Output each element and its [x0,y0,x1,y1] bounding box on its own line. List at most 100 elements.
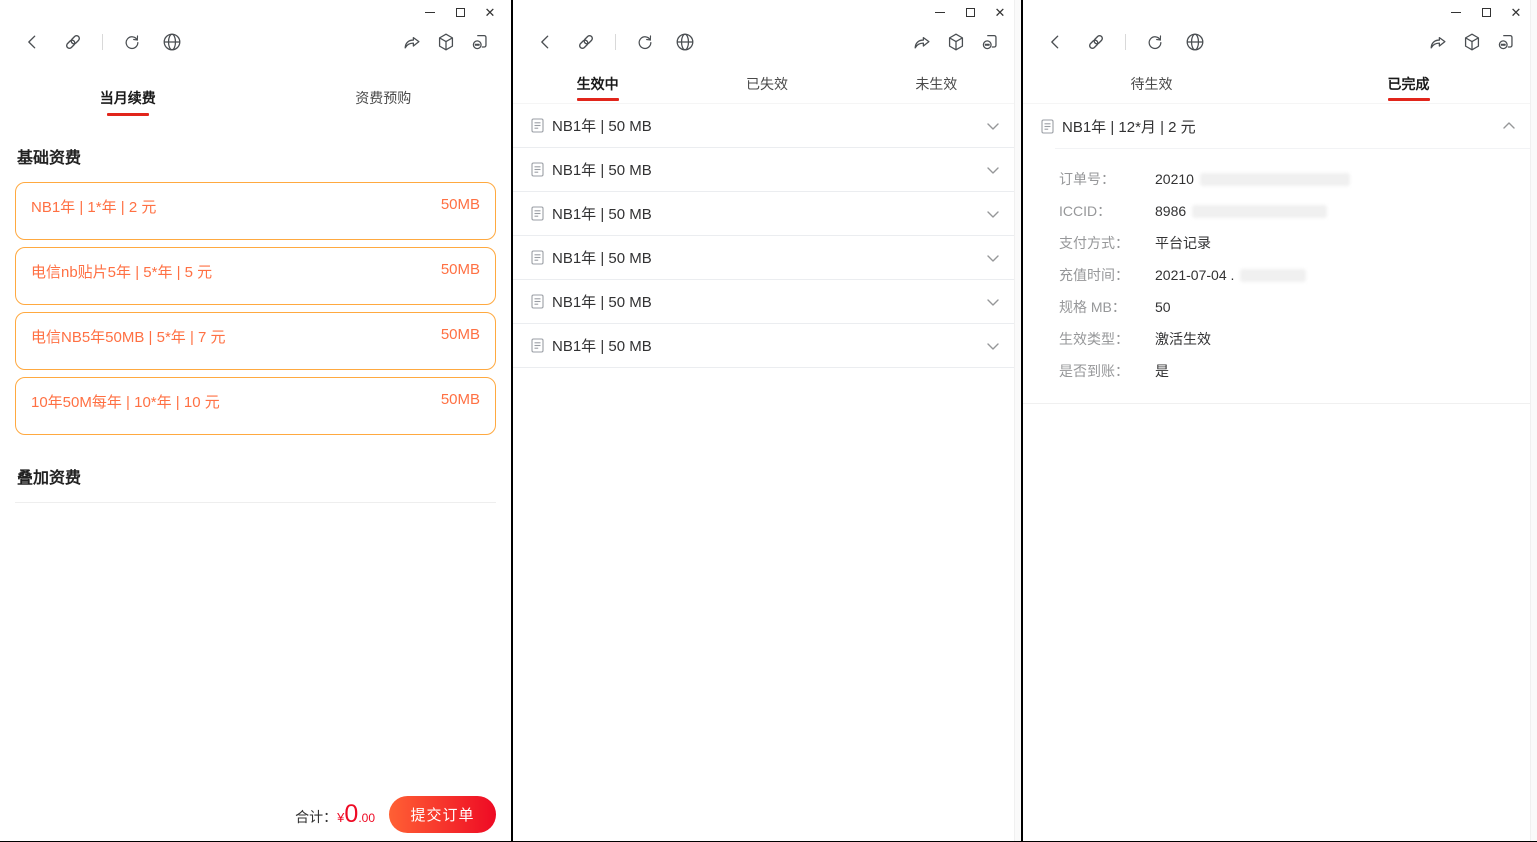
back-icon[interactable] [535,31,557,53]
total: 合计： ¥ 0 .00 [295,802,375,827]
close-button[interactable]: ✕ [1501,2,1531,22]
tariff-card-title: 电信nb贴片5年 | 5*年 | 5 元 [31,264,213,281]
minimize-icon [425,11,435,13]
tariff-card-title: 10年50M每年 | 10*年 | 10 元 [31,394,220,411]
tariff-card-size: 50MB [440,196,480,213]
tab-bar: 生效中 已失效 未生效 [513,64,1021,104]
document-icon [531,338,544,353]
back-icon[interactable] [1045,31,1067,53]
submit-order-button[interactable]: 提交订单 [389,796,496,833]
maximize-button[interactable] [445,2,475,22]
window-completed-detail: ✕ 待生效 已完成 NB1年 | 12*月 | 2 元 订单号： 20210 I… [1023,0,1537,841]
toolbar-left [535,31,714,53]
toolbar-left [1045,31,1224,53]
tab-current-month-renewal[interactable]: 当月续费 [0,78,256,118]
tab-expired[interactable]: 已失效 [682,64,851,103]
section-title-addon: 叠加资费 [17,470,82,487]
close-button[interactable]: ✕ [475,2,505,22]
cube-icon[interactable] [945,31,967,53]
chevron-down-icon[interactable] [985,206,1001,222]
detail-row: ICCID： 8986 [1059,195,1537,227]
order-row[interactable]: NB1年 | 50 MB [513,104,1021,148]
detail-value: 20210 [1155,171,1350,187]
order-row-title: NB1年 | 50 MB [552,294,652,311]
order-row[interactable]: NB1年 | 50 MB [513,280,1021,324]
tariff-card-title: NB1年 | 1*年 | 2 元 [31,199,157,216]
tariff-card-size: 50MB [440,261,480,278]
chevron-down-icon[interactable] [985,250,1001,266]
maximize-icon [455,7,465,17]
tab-label: 待生效 [1130,75,1173,92]
order-row-title: NB1年 | 50 MB [552,118,652,135]
detail-row: 支付方式： 平台记录 [1059,227,1537,259]
tab-effective[interactable]: 生效中 [513,64,682,103]
detail-label: 支付方式： [1059,235,1129,251]
maximize-button[interactable] [1471,2,1501,22]
tariff-card[interactable]: NB1年 | 1*年 | 2 元 50MB [15,182,496,240]
tab-label: 已失效 [745,75,788,92]
minimize-button[interactable] [415,2,445,22]
total-label: 合计： [295,809,338,825]
document-icon [1041,118,1054,134]
order-row-expanded[interactable]: NB1年 | 12*月 | 2 元 [1023,104,1537,148]
tariff-card-size: 50MB [440,391,480,408]
renew-content: 基础资费 NB1年 | 1*年 | 2 元 50MB 电信nb贴片5年 | 5*… [0,144,511,503]
document-icon [531,250,544,265]
share-icon[interactable] [401,31,423,53]
minimize-button[interactable] [925,2,955,22]
link-icon[interactable] [575,31,597,53]
tab-not-effective[interactable]: 未生效 [852,64,1021,103]
order-row[interactable]: NB1年 | 50 MB [513,148,1021,192]
refresh-icon[interactable] [121,31,143,53]
total-amount-int: 0 [344,800,359,828]
cube-icon[interactable] [1461,31,1483,53]
link-icon[interactable] [62,31,84,53]
close-icon: ✕ [484,4,496,20]
tab-completed[interactable]: 已完成 [1280,64,1537,103]
chevron-down-icon[interactable] [985,294,1001,310]
globe-icon[interactable] [674,31,696,53]
order-row[interactable]: NB1年 | 50 MB [513,192,1021,236]
order-row-title: NB1年 | 50 MB [552,250,652,267]
detail-row: 生效类型： 激活生效 [1059,323,1537,355]
tariff-card[interactable]: 电信nb贴片5年 | 5*年 | 5 元 50MB [15,247,496,305]
window-renew: ✕ 当月续费 资费预购 基础资费 NB1年 | 1*年 | 2 元 50MB 电… [0,0,511,841]
chevron-up-icon[interactable] [1501,118,1517,134]
toolbar-right [899,31,1001,53]
globe-icon[interactable] [161,31,183,53]
refresh-icon[interactable] [1144,31,1166,53]
globe-icon[interactable] [1184,31,1206,53]
detail-label: ICCID： [1059,203,1112,219]
share-icon[interactable] [911,31,933,53]
order-row[interactable]: NB1年 | 50 MB [513,236,1021,280]
checkout-bar: 合计： ¥ 0 .00 提交订单 [295,796,496,833]
cube-icon[interactable] [435,31,457,53]
order-row-title: NB1年 | 12*月 | 2 元 [1062,118,1196,136]
minimize-icon [935,11,945,13]
chevron-down-icon[interactable] [985,338,1001,354]
close-button[interactable]: ✕ [985,2,1015,22]
tariff-card[interactable]: 10年50M每年 | 10*年 | 10 元 50MB [15,377,496,435]
detail-row: 充值时间： 2021-07-04 . [1059,259,1537,291]
order-row[interactable]: NB1年 | 50 MB [513,324,1021,368]
maximize-button[interactable] [955,2,985,22]
tab-tariff-prepurchase[interactable]: 资费预购 [256,78,512,118]
profile-icon[interactable] [1495,31,1517,53]
tab-pending-effective[interactable]: 待生效 [1023,64,1280,103]
scrollbar[interactable] [1014,0,1021,841]
tab-bar: 待生效 已完成 [1023,64,1537,104]
profile-icon[interactable] [469,31,491,53]
chevron-down-icon[interactable] [985,118,1001,134]
link-icon[interactable] [1085,31,1107,53]
document-icon [531,162,544,177]
tariff-card[interactable]: 电信NB5年50MB | 5*年 | 7 元 50MB [15,312,496,370]
detail-label: 是否到账： [1059,363,1129,379]
profile-icon[interactable] [979,31,1001,53]
minimize-button[interactable] [1441,2,1471,22]
share-icon[interactable] [1427,31,1449,53]
detail-value: 50 [1155,299,1171,315]
scrollbar[interactable] [1530,0,1537,841]
refresh-icon[interactable] [634,31,656,53]
chevron-down-icon[interactable] [985,162,1001,178]
back-icon[interactable] [22,31,44,53]
